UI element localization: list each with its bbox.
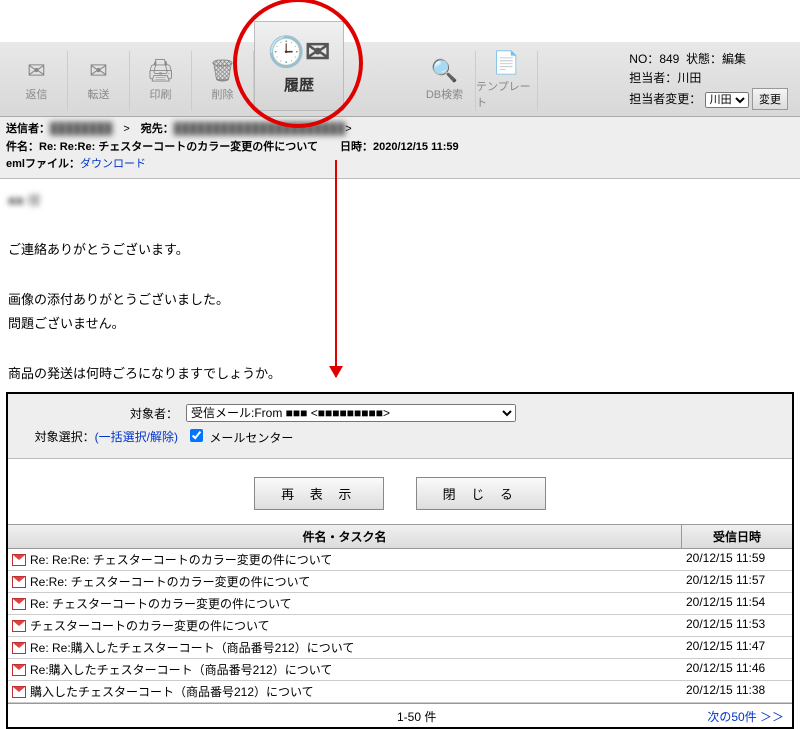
dbsearch-button[interactable]: 🔍DB検索 [414, 51, 476, 111]
trash-icon: 🗑 [209, 60, 237, 82]
mail-icon [12, 554, 26, 566]
eml-download-link[interactable]: ダウンロード [80, 158, 146, 170]
table-row[interactable]: Re: チェスターコートのカラー変更の件について20/12/15 11:54 [8, 593, 792, 615]
delete-button[interactable]: 🗑削除 [192, 51, 254, 111]
reply-icon: ✉ [27, 60, 45, 82]
table-row[interactable]: チェスターコートのカラー変更の件について20/12/15 11:53 [8, 615, 792, 637]
table-row[interactable]: 購入したチェスターコート（商品番号212）について20/12/15 11:38 [8, 681, 792, 703]
table-row[interactable]: Re: Re:Re: チェスターコートのカラー変更の件について20/12/15 … [8, 549, 792, 571]
redisplay-button[interactable]: 再 表 示 [254, 477, 384, 510]
bulk-select-link[interactable]: (一括選択/解除) [95, 430, 178, 444]
mail-icon [12, 620, 26, 632]
template-button[interactable]: 📄テンプレート [476, 51, 538, 111]
history-panel: 対象者： 受信メール:From ■■■ <■■■■■■■■■> 対象選択：(一括… [6, 392, 794, 729]
template-icon: 📄 [493, 52, 520, 74]
table-row[interactable]: Re: Re:購入したチェスターコート（商品番号212）について20/12/15… [8, 637, 792, 659]
message-meta: 送信者：████████ > 宛先：██████████████████████… [0, 117, 800, 179]
forward-button[interactable]: ✉転送 [68, 51, 130, 111]
clock-mail-icon: 🕒✉ [268, 38, 331, 68]
table-row[interactable]: Re:購入したチェスターコート（商品番号212）について20/12/15 11:… [8, 659, 792, 681]
history-button[interactable]: 🕒✉ 履歴 [254, 21, 344, 111]
mail-icon [12, 642, 26, 654]
print-button[interactable]: 🖨印刷 [130, 51, 192, 111]
table-row[interactable]: Re:Re: チェスターコートのカラー変更の件について20/12/15 11:5… [8, 571, 792, 593]
history-table: 件名・タスク名 受信日時 Re: Re:Re: チェスターコートのカラー変更の件… [8, 524, 792, 727]
mail-icon [12, 664, 26, 676]
mail-icon [12, 598, 26, 610]
change-button[interactable]: 変更 [752, 88, 788, 110]
next-page-link[interactable]: 次の50件 ＞＞ [707, 708, 784, 725]
printer-icon: 🖨 [147, 60, 175, 82]
mail-icon [12, 686, 26, 698]
header-info: NO：849 状態：編集 担当者：川田 担当者変更： 川田 変更 [623, 46, 794, 116]
forward-icon: ✉ [89, 60, 107, 82]
target-select[interactable]: 受信メール:From ■■■ <■■■■■■■■■> [186, 404, 516, 422]
search-icon: 🔍 [431, 60, 458, 82]
spacer-button [344, 51, 414, 111]
mail-icon [12, 576, 26, 588]
mailcenter-checkbox[interactable]: メールセンター [186, 426, 293, 446]
reply-button[interactable]: ✉返信 [6, 51, 68, 111]
message-body: ■■ 様 ご連絡ありがとうございます。 画像の添付ありがとうございました。 問題… [0, 179, 800, 391]
main-toolbar: ✉返信 ✉転送 🖨印刷 🗑削除 🕒✉ 履歴 🔍DB検索 📄テンプレート NO：8… [0, 42, 800, 117]
assignee-select[interactable]: 川田 [705, 92, 749, 108]
close-button[interactable]: 閉 じ る [416, 477, 546, 510]
